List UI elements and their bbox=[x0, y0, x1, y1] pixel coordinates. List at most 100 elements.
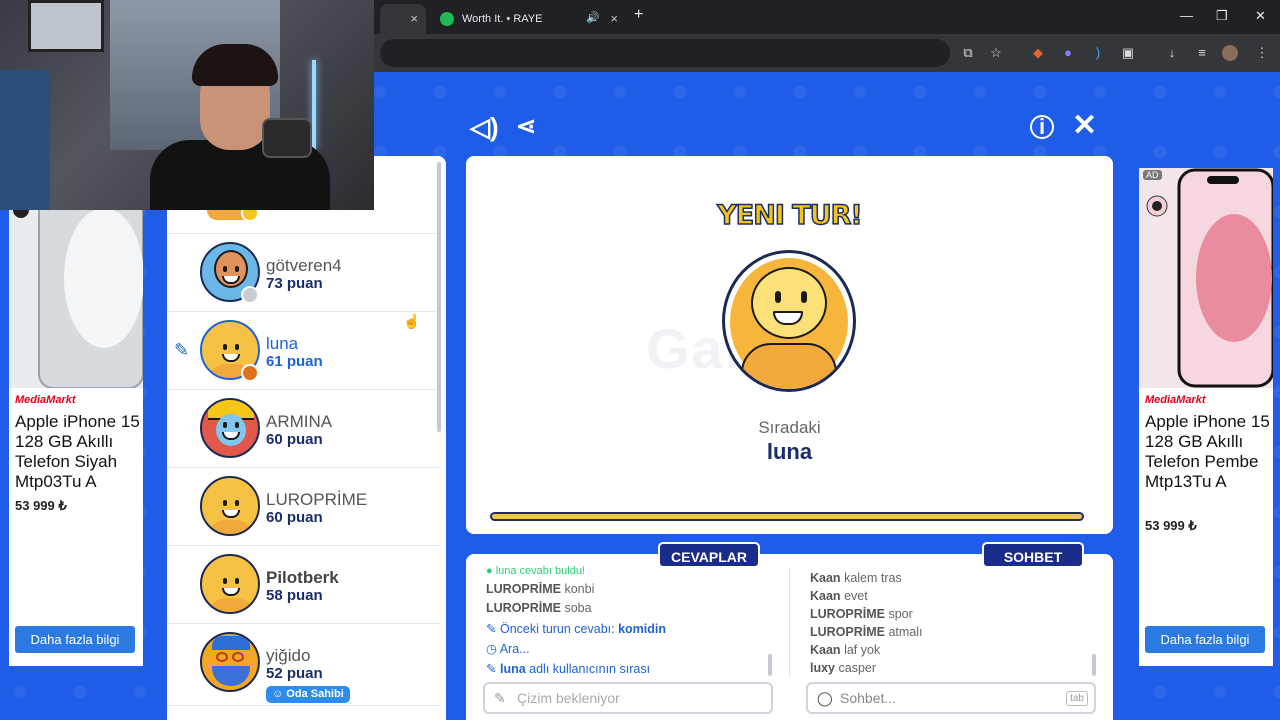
message-text: atmalı bbox=[888, 625, 923, 639]
message-user: LUROPRİME bbox=[810, 607, 885, 621]
player-score: 58 puan bbox=[266, 587, 323, 604]
omnibox[interactable] bbox=[380, 39, 950, 67]
eye bbox=[223, 422, 227, 428]
player-list: götveren4 73 puan ✎ luna 61 puan ARMINA … bbox=[167, 156, 446, 720]
chat-scrollbar[interactable] bbox=[1092, 654, 1096, 676]
new-round-heading: YENI TUR! bbox=[717, 199, 864, 232]
bookmark-star-icon[interactable]: ☆ bbox=[988, 45, 1004, 61]
close-tab-icon[interactable]: × bbox=[410, 11, 418, 26]
player-name: luna bbox=[266, 334, 299, 353]
cast-icon[interactable]: ⧉ bbox=[960, 45, 976, 61]
active-tab[interactable]: × bbox=[380, 4, 426, 34]
player-row[interactable]: ✎ luna 61 puan bbox=[167, 312, 440, 390]
speaker-icon[interactable]: 🔊 bbox=[586, 11, 600, 24]
tab-key-hint: tab bbox=[1066, 691, 1088, 706]
media-control-icon[interactable]: ≡ bbox=[1194, 45, 1210, 61]
eye bbox=[235, 266, 239, 272]
chat-tab[interactable]: SOHBET bbox=[982, 542, 1084, 568]
menu-kebab-icon[interactable]: ⋮ bbox=[1254, 45, 1270, 61]
player-score: 60 puan bbox=[266, 509, 323, 526]
player-row[interactable]: LUROPRİME 60 puan bbox=[167, 468, 440, 546]
close-window-button[interactable]: ✕ bbox=[1255, 8, 1266, 24]
answer-message: ◷ Ara... bbox=[486, 641, 530, 656]
glasses bbox=[216, 652, 228, 662]
eye bbox=[223, 578, 227, 584]
chat-input[interactable]: ◯ Sohbet... tab bbox=[806, 682, 1096, 714]
avatar bbox=[200, 398, 260, 458]
answer-message: ✎ Önceki turun cevabı: komidin bbox=[486, 621, 666, 636]
extensions-puzzle-icon[interactable]: ▣ bbox=[1120, 45, 1136, 61]
room-owner-label: Oda Sahibi bbox=[286, 688, 344, 700]
webcam-overlay bbox=[0, 0, 374, 210]
player-list-scrollbar[interactable] bbox=[437, 162, 441, 432]
close-tab-icon[interactable]: × bbox=[610, 11, 618, 26]
answers-scrollbar[interactable] bbox=[768, 654, 772, 676]
mouse-cursor-icon: ☝ bbox=[403, 313, 421, 329]
message-text: soba bbox=[564, 601, 592, 615]
message-text: adlı kullanıcının sırası bbox=[525, 662, 651, 676]
message-text: kalem tras bbox=[844, 571, 902, 585]
player-row[interactable]: yiğido 52 puan ☺ Oda Sahibi bbox=[167, 624, 440, 706]
status-dot bbox=[241, 364, 259, 382]
streamer-hair bbox=[192, 44, 278, 86]
message-user: Kaan bbox=[810, 571, 841, 585]
message-text: Ara... bbox=[499, 642, 530, 656]
extension-ghost-icon[interactable]: ● bbox=[1060, 45, 1076, 61]
chat-message: Kaan laf yok bbox=[810, 643, 880, 657]
ad-cta-button[interactable]: Daha fazla bilgi bbox=[1145, 626, 1265, 653]
message-text: konbi bbox=[564, 582, 595, 596]
sound-icon[interactable]: ◁) bbox=[470, 112, 499, 143]
download-icon[interactable]: ↓ bbox=[1164, 45, 1180, 61]
player-score: 73 puan bbox=[266, 275, 323, 292]
player-row[interactable]: ARMINA 60 puan bbox=[167, 390, 440, 468]
maximize-button[interactable]: ❐ bbox=[1216, 8, 1228, 24]
eye bbox=[235, 422, 239, 428]
player-row[interactable]: Pilotberk 58 puan bbox=[167, 546, 440, 624]
chat-message: LUROPRİME atmalı bbox=[810, 625, 923, 639]
player-name: Pilotberk bbox=[266, 568, 339, 587]
player-name: LUROPRİME bbox=[266, 490, 368, 509]
light-bar bbox=[312, 60, 316, 150]
player-row[interactable]: götveren4 73 puan bbox=[167, 234, 440, 312]
ad-brand: MediaMarkt bbox=[1145, 394, 1206, 406]
shirt bbox=[741, 343, 837, 389]
message-text: spor bbox=[888, 607, 913, 621]
pencil-icon: ✎ bbox=[486, 622, 497, 636]
ad-left[interactable]: MediaMarkt Apple iPhone 15 128 GB Akıllı… bbox=[9, 168, 144, 666]
player-name: yiğido bbox=[266, 646, 311, 665]
info-icon[interactable]: i bbox=[1030, 115, 1054, 139]
eye bbox=[775, 291, 781, 303]
extension-wave-icon[interactable]: ) bbox=[1090, 45, 1106, 61]
avatar bbox=[200, 632, 260, 692]
message-user: LUROPRİME bbox=[486, 582, 561, 596]
message-text: evet bbox=[844, 589, 868, 603]
round-progress-bar bbox=[490, 512, 1084, 521]
chat-bubble-icon: ◯ bbox=[817, 690, 833, 706]
answer-input[interactable]: ✎ Çizim bekleniyor bbox=[483, 682, 773, 714]
message-user: Kaan bbox=[810, 643, 841, 657]
eye bbox=[223, 500, 227, 506]
mouth bbox=[222, 510, 240, 518]
minimize-button[interactable]: — bbox=[1180, 8, 1193, 23]
mouth bbox=[222, 588, 240, 596]
share-icon[interactable]: ⋖ bbox=[516, 112, 536, 141]
tab-spotify[interactable]: Worth It. • RAYE 🔊 × bbox=[430, 4, 626, 34]
eye bbox=[223, 344, 227, 350]
close-icon[interactable]: ✕ bbox=[1072, 108, 1097, 143]
ad-cta-button[interactable]: Daha fazla bilgi bbox=[15, 626, 135, 653]
answer-message: ✎ luna adlı kullanıcının sırası bbox=[486, 661, 650, 676]
chat-message: luxy casper bbox=[810, 661, 876, 675]
pencil-icon: ✎ bbox=[174, 340, 190, 360]
panel-divider bbox=[789, 568, 790, 678]
extension-fox-icon[interactable]: ◆ bbox=[1030, 45, 1046, 61]
profile-avatar-icon[interactable] bbox=[1222, 45, 1238, 61]
wall-frame bbox=[28, 0, 104, 52]
message-user: Kaan bbox=[810, 589, 841, 603]
mouth bbox=[222, 354, 240, 362]
head bbox=[216, 414, 246, 446]
answers-tab[interactable]: CEVAPLAR bbox=[658, 542, 760, 568]
ad-price: 53 999 ₺ bbox=[1145, 518, 1197, 533]
new-tab-button[interactable]: + bbox=[634, 6, 643, 24]
message-user: LUROPRİME bbox=[486, 601, 561, 615]
ad-right[interactable]: AD MediaMarkt Apple iPhone 15 128 GB Akı… bbox=[1139, 168, 1275, 666]
